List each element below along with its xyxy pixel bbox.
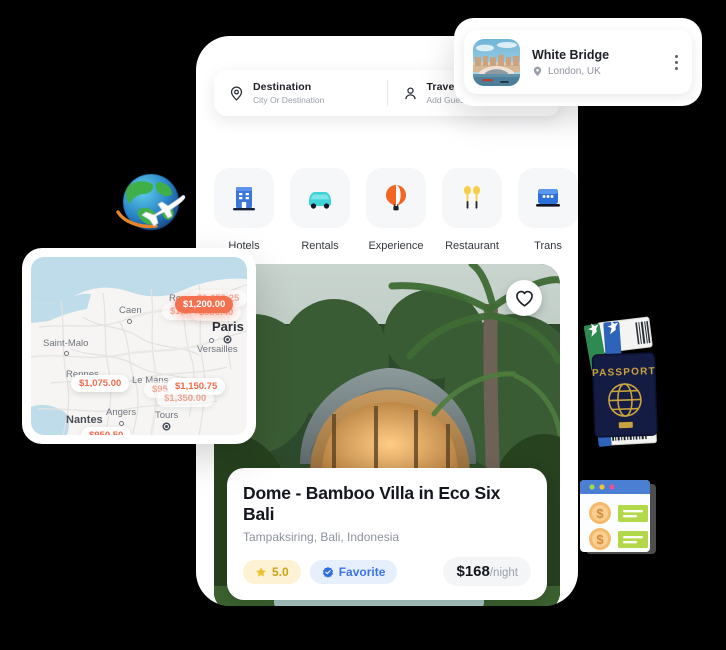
category-label: Restaurant — [445, 240, 499, 252]
favorite-label: Favorite — [338, 564, 386, 579]
map-price-card[interactable]: Caen Saint-Malo Rouen Paris Versailles R… — [22, 248, 256, 444]
map-dot-caen — [127, 319, 132, 324]
map-city-angers: Angers — [106, 407, 137, 418]
price-unit: /night — [489, 567, 518, 579]
listing-location: Tampaksiring, Bali, Indonesia — [243, 530, 400, 544]
map-city-paris: Paris — [212, 319, 244, 334]
category-label: Experience — [368, 240, 424, 252]
destination-label: Destination — [253, 80, 312, 93]
hot-air-balloon-icon — [366, 168, 426, 228]
category-restaurant[interactable]: Restaurant — [442, 168, 502, 252]
fork-spoon-icon — [442, 168, 502, 228]
bus-icon — [518, 168, 578, 228]
passport-label: PASSPORT — [592, 366, 656, 379]
map-dot-angers — [119, 421, 124, 426]
map-city-tours: Tours — [155, 410, 179, 421]
screenshot-stage: Caen Saint-Malo Rouen Paris Versailles R… — [0, 0, 726, 650]
listing-info-card: Dome - Bamboo Villa in Eco Six Bali Tamp… — [227, 468, 547, 600]
money-browser-icon: $ $ — [572, 478, 664, 563]
svg-text:$: $ — [596, 532, 604, 547]
map-price-tag-active[interactable]: $1,200.00 — [175, 296, 234, 313]
favorite-heart-button[interactable] — [506, 280, 542, 316]
destination-placeholder: City Or Destination — [253, 94, 325, 105]
hotel-building-icon — [214, 168, 274, 228]
heart-outline-icon — [515, 290, 533, 307]
listing-card[interactable]: Dome - Bamboo Villa in Eco Six Bali Tamp… — [214, 264, 560, 606]
category-rentals[interactable]: Rentals — [290, 168, 350, 252]
map-city-nantes: Nantes — [66, 414, 103, 426]
map-price-tag[interactable]: $1,350.00 — [156, 390, 215, 407]
map-city-caen: Caen — [119, 305, 142, 316]
saved-place-title: White Bridge — [532, 47, 610, 62]
location-pin-filled-icon — [533, 66, 542, 76]
map-viewport[interactable]: Caen Saint-Malo Rouen Paris Versailles R… — [31, 257, 247, 435]
map-price-tag[interactable]: $950.50 — [81, 427, 132, 435]
location-pin-icon — [228, 85, 245, 102]
category-label: Trans — [534, 240, 562, 252]
favorite-badge[interactable]: Favorite — [309, 559, 398, 584]
more-vertical-icon[interactable] — [670, 54, 683, 70]
person-icon — [402, 85, 419, 102]
map-dot-tours — [164, 424, 169, 429]
price-pill: $168/night — [443, 557, 531, 586]
map-dot-saint-malo — [64, 351, 69, 356]
car-icon — [290, 168, 350, 228]
listing-title: Dome - Bamboo Villa in Eco Six Bali — [243, 483, 501, 524]
rating-value: 5.0 — [272, 564, 289, 579]
verified-badge-icon — [322, 566, 333, 578]
map-dot-versailles — [209, 338, 214, 343]
saved-place-card[interactable]: White Bridge London, UK — [454, 18, 702, 106]
category-list: Hotels Rentals Experience Restaurant Tra… — [214, 168, 578, 252]
category-experience[interactable]: Experience — [366, 168, 426, 252]
map-price-tag[interactable]: $1,075.00 — [71, 375, 130, 392]
map-city-versailles: Versailles — [197, 344, 238, 355]
category-label: Rentals — [301, 240, 339, 252]
star-icon — [256, 566, 266, 577]
rating-badge[interactable]: 5.0 — [243, 559, 301, 584]
price-amount: $168 — [456, 563, 490, 580]
saved-place-location: London, UK — [548, 65, 601, 77]
globe-airplane-icon — [110, 168, 192, 239]
destination-field[interactable]: Destination City Or Destination — [214, 70, 387, 116]
map-city-saint-malo: Saint-Malo — [43, 338, 89, 349]
map-dot-paris — [225, 337, 230, 342]
saved-place-thumbnail — [473, 38, 520, 86]
category-transport[interactable]: Trans — [518, 168, 578, 252]
svg-text:$: $ — [596, 506, 604, 521]
category-hotels[interactable]: Hotels — [214, 168, 274, 252]
bridge-photo — [473, 38, 520, 86]
passport-tickets-icon: PASS PASS — [583, 312, 666, 459]
